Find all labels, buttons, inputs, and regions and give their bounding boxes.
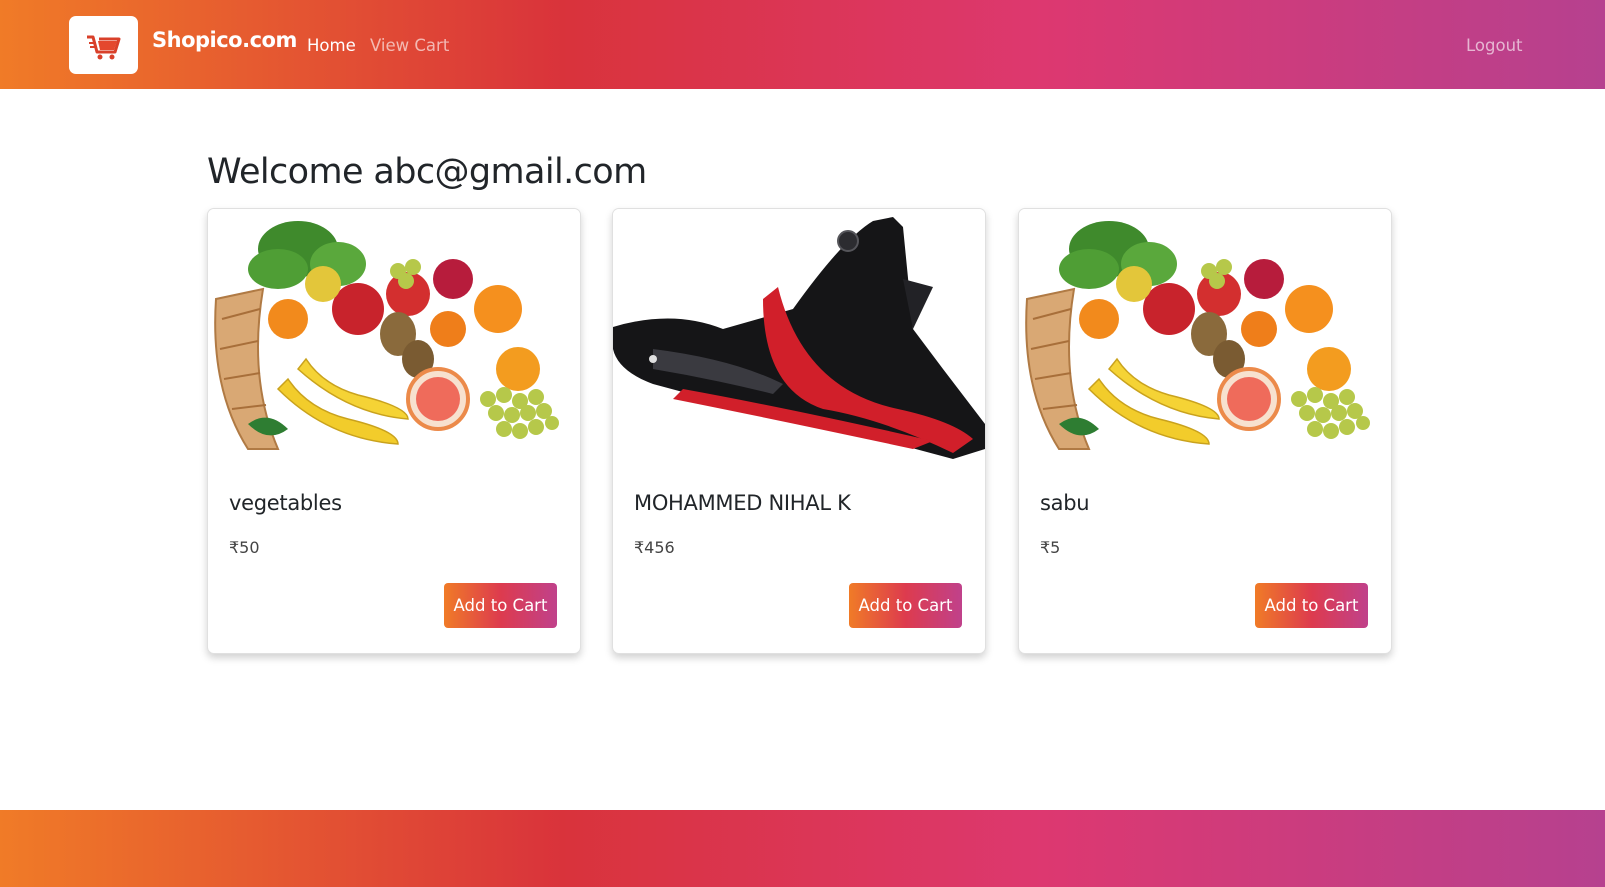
product-price: ₹50: [229, 538, 260, 557]
top-navbar: Shopico.com Home View Cart Logout: [0, 0, 1605, 89]
product-price: ₹5: [1040, 538, 1061, 557]
product-image: [1019, 209, 1391, 463]
add-to-cart-button[interactable]: Add to Cart: [1255, 583, 1368, 628]
product-name: sabu: [1040, 491, 1090, 515]
footer-bar: [0, 810, 1605, 887]
add-to-cart-button[interactable]: Add to Cart: [444, 583, 557, 628]
add-to-cart-button[interactable]: Add to Cart: [849, 583, 962, 628]
product-card: MOHAMMED NIHAL K ₹456 Add to Cart: [612, 208, 986, 654]
logout-link[interactable]: Logout: [1466, 36, 1523, 55]
product-name: MOHAMMED NIHAL K: [634, 491, 851, 515]
product-card: sabu ₹5 Add to Cart: [1018, 208, 1392, 654]
brand-logo[interactable]: [69, 16, 138, 74]
product-price: ₹456: [634, 538, 675, 557]
nav-home-link[interactable]: Home: [307, 36, 356, 55]
nav-view-cart-link[interactable]: View Cart: [370, 36, 449, 55]
product-name: vegetables: [229, 491, 342, 515]
product-card: vegetables ₹50 Add to Cart: [207, 208, 581, 654]
welcome-heading: Welcome abc@gmail.com: [207, 152, 647, 192]
product-image: [613, 209, 985, 463]
shopping-cart-icon: [87, 35, 121, 60]
product-image: [208, 209, 580, 463]
brand-name[interactable]: Shopico.com: [152, 28, 297, 52]
